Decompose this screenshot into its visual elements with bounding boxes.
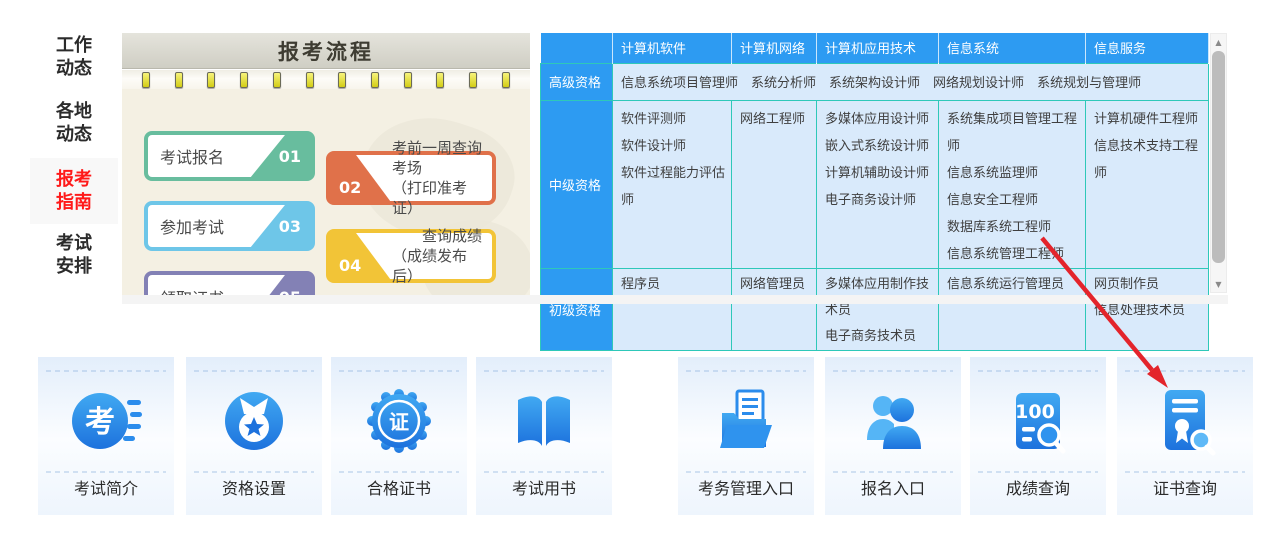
open-book-icon	[476, 383, 612, 459]
table-cell: 网络管理员	[732, 268, 817, 350]
certificate-seal-icon: 证	[331, 383, 467, 459]
binder-ring-icon	[338, 72, 346, 88]
scrollbar-thumb[interactable]	[1212, 51, 1225, 263]
step-number: 04	[330, 233, 392, 279]
card-label: 成绩查询	[970, 475, 1106, 499]
card-score-inquiry[interactable]: 100 成绩查询	[970, 357, 1106, 515]
card-passing-certificate[interactable]: 证 合格证书	[331, 357, 467, 515]
card-exam-books[interactable]: 考试用书	[476, 357, 612, 515]
table-cell: 多媒体应用设计师 嵌入式系统设计师 计算机辅助设计师 电子商务设计师	[817, 100, 939, 268]
step-number: 05	[249, 275, 311, 295]
step-card-collect-certificate: 领取证书 05	[144, 271, 315, 295]
panel-title: 报考流程	[122, 33, 530, 69]
svg-text:证: 证	[389, 410, 409, 434]
panel-bottom-strip	[122, 295, 1228, 304]
header-information-service: 信息服务	[1086, 33, 1209, 63]
table-row-intermediate: 中级资格 软件评测师 软件设计师 软件过程能力评估师 网络工程师 多媒体应用设计…	[541, 100, 1209, 268]
qualification-medal-icon	[186, 383, 322, 459]
level-label-senior: 高级资格	[541, 63, 613, 100]
scroll-down-icon[interactable]: ▼	[1211, 276, 1226, 292]
sidebar-item-work-news[interactable]: 工作动态	[30, 34, 118, 80]
svg-text:100: 100	[1015, 401, 1055, 423]
table-cell: 网页制作员 信息处理技术员	[1086, 268, 1209, 350]
svg-text:考: 考	[85, 405, 115, 440]
binder-ring-icon	[371, 72, 379, 88]
level-label-intermediate: 中级资格	[541, 100, 613, 268]
card-signup-entrance[interactable]: 报名入口	[825, 357, 961, 515]
certificate-search-icon	[1117, 383, 1253, 459]
registration-process-panel: 报考流程 考试报名 01 考前一周查询考场（打印准考证） 02 参加考试 03 …	[122, 33, 530, 295]
users-icon	[825, 383, 961, 459]
header-information-system: 信息系统	[939, 33, 1086, 63]
card-label: 考试简介	[38, 475, 174, 499]
card-exam-introduction[interactable]: 考 考试简介	[38, 357, 174, 515]
header-computer-software: 计算机软件	[613, 33, 732, 63]
header-computer-applied-tech: 计算机应用技术	[817, 33, 939, 63]
step-number: 01	[249, 135, 311, 177]
binder-ring-icon	[175, 72, 183, 88]
binder-ring-icon	[306, 72, 314, 88]
card-label: 证书查询	[1117, 475, 1253, 499]
table-header-row: 计算机软件 计算机网络 计算机应用技术 信息系统 信息服务	[541, 33, 1209, 63]
folder-document-icon	[678, 383, 814, 459]
scroll-up-icon[interactable]: ▲	[1211, 34, 1226, 50]
sidebar-item-local-news[interactable]: 各地动态	[30, 100, 118, 146]
binder-ring-icon	[404, 72, 412, 88]
table-cell: 多媒体应用制作技术员 电子商务技术员	[817, 268, 939, 350]
page: 工作动态 各地动态 报考指南 考试安排 报考流程 考试报名 01 考前一周查询考…	[0, 0, 1269, 542]
card-exam-admin-entrance[interactable]: 考务管理入口	[678, 357, 814, 515]
binder-rings	[122, 70, 530, 89]
step-card-check-scores: 查询成绩（成绩发布后） 04	[326, 229, 496, 283]
table-cell: 系统集成项目管理工程师 信息系统监理师 信息安全工程师 数据库系统工程师 信息系…	[939, 100, 1086, 268]
binder-ring-icon	[502, 72, 510, 88]
table-cell: 程序员	[613, 268, 732, 350]
level-label-junior: 初级资格	[541, 268, 613, 350]
table-row-senior: 高级资格 信息系统项目管理师系统分析师系统架构设计师网络规划设计师系统规划与管理…	[541, 63, 1209, 100]
card-qualification-settings[interactable]: 资格设置	[186, 357, 322, 515]
card-label: 资格设置	[186, 475, 322, 499]
exam-intro-icon: 考	[38, 383, 174, 459]
table-cell: 计算机硬件工程师 信息技术支持工程师	[1086, 100, 1209, 268]
panel-body: 考试报名 01 考前一周查询考场（打印准考证） 02 参加考试 03 查询成绩（…	[122, 89, 530, 295]
binder-ring-icon	[469, 72, 477, 88]
binder-ring-icon	[142, 72, 150, 88]
binder-ring-icon	[207, 72, 215, 88]
step-number: 02	[330, 155, 392, 201]
step-card-take-exam: 参加考试 03	[144, 201, 315, 251]
card-label: 考务管理入口	[678, 475, 814, 499]
binder-ring-icon	[273, 72, 281, 88]
senior-qualifications-cell: 信息系统项目管理师系统分析师系统架构设计师网络规划设计师系统规划与管理师	[613, 63, 1209, 100]
step-card-exam-registration: 考试报名 01	[144, 131, 315, 181]
card-label: 报名入口	[825, 475, 961, 499]
card-certificate-inquiry[interactable]: 证书查询	[1117, 357, 1253, 515]
binder-ring-icon	[436, 72, 444, 88]
table-cell: 网络工程师	[732, 100, 817, 268]
score-search-icon: 100	[970, 383, 1106, 459]
step-card-check-exam-room: 考前一周查询考场（打印准考证） 02	[326, 151, 496, 205]
card-label: 合格证书	[331, 475, 467, 499]
table-row-junior: 初级资格 程序员 网络管理员 多媒体应用制作技术员 电子商务技术员 信息系统运行…	[541, 268, 1209, 350]
binder-ring-icon	[240, 72, 248, 88]
table-scrollbar[interactable]: ▲ ▼	[1210, 33, 1227, 293]
card-label: 考试用书	[476, 475, 612, 499]
table-cell: 软件评测师 软件设计师 软件过程能力评估师	[613, 100, 732, 268]
header-computer-network: 计算机网络	[732, 33, 817, 63]
table-cell: 信息系统运行管理员	[939, 268, 1086, 350]
sidebar-item-exam-schedule[interactable]: 考试安排	[30, 232, 118, 278]
sidebar-item-registration-guide[interactable]: 报考指南	[30, 158, 118, 224]
step-number: 03	[249, 205, 311, 247]
header-corner-cell	[541, 33, 613, 63]
